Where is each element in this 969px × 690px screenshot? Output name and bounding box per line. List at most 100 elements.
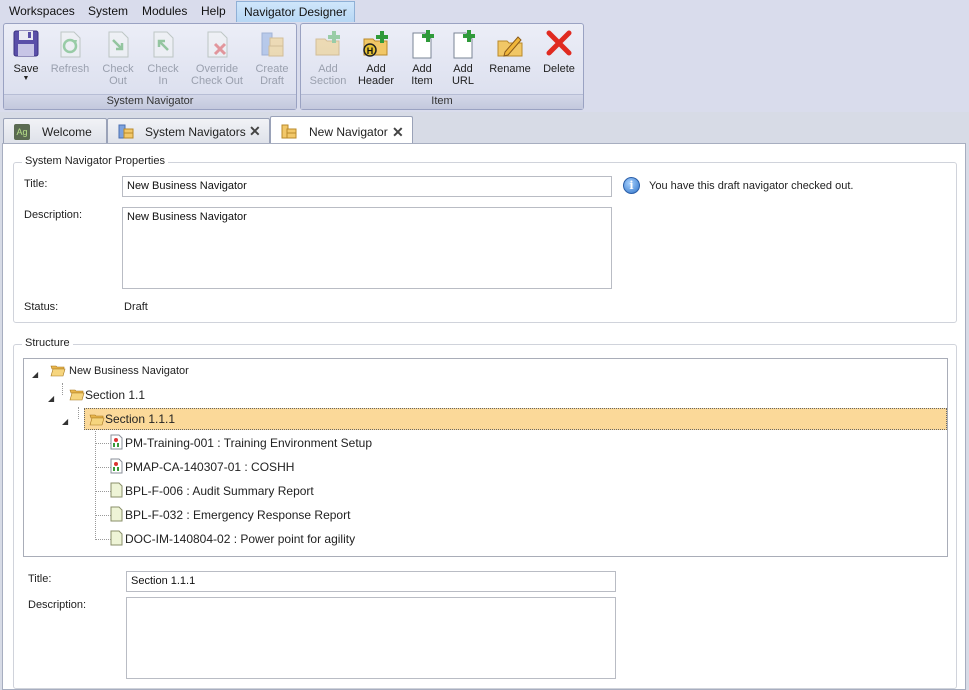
add-header-label-2: Header bbox=[357, 75, 395, 87]
menu-system[interactable]: System bbox=[88, 4, 128, 18]
ribbon: Save ▼ Refresh Check Out Check In Overri… bbox=[0, 22, 969, 112]
tree-node-section[interactable]: ◢ Section 1.1 bbox=[46, 384, 346, 406]
menu-navigator-designer[interactable]: Navigator Designer bbox=[236, 1, 355, 22]
tree-node-item[interactable]: PM-Training-001 : Training Environment S… bbox=[110, 432, 510, 454]
navigator-icon bbox=[281, 124, 297, 139]
add-section-icon bbox=[315, 31, 340, 56]
close-icon[interactable]: ✕ bbox=[392, 124, 404, 141]
group-label-system-navigator: System Navigator bbox=[4, 94, 296, 109]
refresh-button[interactable]: Refresh bbox=[50, 28, 90, 75]
app-icon: Ag bbox=[14, 124, 30, 140]
add-item-label-2: Item bbox=[411, 75, 433, 87]
add-url-label-2: URL bbox=[451, 75, 474, 87]
tree-node-item[interactable]: BPL-F-006 : Audit Summary Report bbox=[110, 480, 510, 502]
properties-legend: System Navigator Properties bbox=[22, 155, 168, 167]
tree-connector bbox=[95, 443, 111, 444]
svg-text:H: H bbox=[367, 46, 374, 56]
override-label-1: Override bbox=[195, 63, 239, 75]
tab-strip: Ag Welcome System Navigators ✕ New Navig… bbox=[0, 112, 969, 144]
override-label-2: Check Out bbox=[191, 75, 243, 87]
create-draft-label-2: Draft bbox=[260, 75, 284, 87]
item-description-label: Description: bbox=[28, 599, 87, 611]
tree-connector bbox=[95, 491, 111, 492]
tree-node-label: BPL-F-032 : Emergency Response Report bbox=[125, 508, 351, 522]
create-draft-button[interactable]: Create Draft bbox=[252, 28, 292, 87]
structure-tree[interactable]: ◢ New Business Navigator ◢ Section 1.1 ◢ bbox=[23, 358, 948, 557]
rename-label: Rename bbox=[489, 63, 531, 75]
check-in-icon bbox=[153, 31, 174, 58]
add-section-label-2: Section bbox=[309, 75, 347, 87]
check-out-icon bbox=[108, 31, 129, 58]
tree-node-label: Section 1.1.1 bbox=[105, 412, 176, 426]
status-label: Status: bbox=[24, 301, 59, 313]
check-out-button[interactable]: Check Out bbox=[98, 28, 138, 87]
add-url-icon bbox=[453, 30, 475, 59]
tab-welcome-label: Welcome bbox=[42, 125, 92, 139]
rename-icon bbox=[497, 36, 523, 57]
tree-node-selected-highlight[interactable]: Section 1.1.1 bbox=[84, 408, 947, 430]
procedure-document-icon bbox=[110, 434, 123, 450]
tree-node-label: PMAP-CA-140307-01 : COSHH bbox=[125, 460, 295, 474]
tree-node-item[interactable]: DOC-IM-140804-02 : Power point for agili… bbox=[110, 528, 510, 550]
dropdown-arrow-icon: ▼ bbox=[22, 75, 30, 82]
tab-new-navigator-label: New Navigator bbox=[309, 125, 388, 139]
description-textarea[interactable]: New Business Navigator bbox=[122, 207, 612, 289]
procedure-document-icon bbox=[110, 458, 123, 474]
tree-node-label: Section 1.1 bbox=[85, 388, 146, 402]
refresh-icon bbox=[60, 31, 81, 58]
menu-modules[interactable]: Modules bbox=[142, 4, 187, 18]
refresh-label: Refresh bbox=[50, 63, 90, 75]
tree-connector bbox=[95, 431, 96, 540]
tree-node-label: DOC-IM-140804-02 : Power point for agili… bbox=[125, 532, 356, 546]
check-in-button[interactable]: Check In bbox=[144, 28, 182, 87]
add-section-label-1: Add bbox=[318, 63, 338, 75]
tree-node-root[interactable]: ◢ New Business Navigator bbox=[30, 360, 330, 382]
tree-node-item[interactable]: PMAP-CA-140307-01 : COSHH bbox=[110, 456, 510, 478]
folder-open-icon bbox=[50, 365, 66, 377]
tree-connector bbox=[95, 515, 111, 516]
save-label: Save bbox=[13, 63, 39, 75]
group-label-item: Item bbox=[301, 94, 583, 109]
collapse-icon[interactable]: ◢ bbox=[48, 389, 54, 409]
add-section-button[interactable]: Add Section bbox=[307, 28, 349, 87]
title-input[interactable]: New Business Navigator bbox=[122, 176, 612, 197]
menu-help[interactable]: Help bbox=[201, 4, 226, 18]
check-in-label-2: In bbox=[158, 75, 168, 87]
item-title-input[interactable]: Section 1.1.1 bbox=[126, 571, 616, 592]
override-check-out-icon bbox=[207, 31, 228, 58]
save-button[interactable]: Save ▼ bbox=[8, 28, 44, 83]
item-title-label: Title: bbox=[28, 573, 52, 585]
description-label: Description: bbox=[24, 209, 83, 221]
new-navigator-panel: System Navigator Properties Title: New B… bbox=[2, 143, 966, 690]
tree-connector bbox=[95, 539, 111, 540]
collapse-icon[interactable]: ◢ bbox=[32, 365, 38, 385]
check-out-label-2: Out bbox=[109, 75, 127, 87]
floppy-disk-icon bbox=[13, 30, 39, 57]
menu-workspaces[interactable]: Workspaces bbox=[9, 4, 75, 18]
status-value: Draft bbox=[124, 301, 148, 313]
item-group: Add Section H Add Header Add Item Add UR… bbox=[300, 23, 584, 110]
override-check-out-button[interactable]: Override Check Out bbox=[188, 28, 246, 87]
tab-new-navigator[interactable]: New Navigator ✕ bbox=[270, 116, 413, 144]
tree-node-item[interactable]: BPL-F-032 : Emergency Response Report bbox=[110, 504, 510, 526]
checked-out-message: You have this draft navigator checked ou… bbox=[649, 180, 854, 192]
add-url-button[interactable]: Add URL bbox=[446, 28, 480, 87]
add-header-button[interactable]: H Add Header bbox=[355, 28, 397, 87]
navigator-icon bbox=[118, 124, 134, 139]
add-item-icon bbox=[412, 30, 434, 59]
tab-system-navigators-label: System Navigators bbox=[145, 125, 246, 139]
tab-system-navigators[interactable]: System Navigators ✕ bbox=[107, 118, 270, 143]
rename-button[interactable]: Rename bbox=[487, 28, 533, 75]
tree-node-label: New Business Navigator bbox=[69, 365, 189, 377]
check-in-label-1: Check bbox=[147, 63, 179, 75]
collapse-icon[interactable]: ◢ bbox=[62, 412, 68, 432]
item-description-textarea[interactable] bbox=[126, 597, 616, 679]
form-document-icon bbox=[110, 506, 123, 522]
add-item-button[interactable]: Add Item bbox=[405, 28, 439, 87]
delete-button[interactable]: Delete bbox=[539, 28, 579, 75]
info-icon: i bbox=[623, 177, 640, 194]
tab-welcome[interactable]: Ag Welcome bbox=[3, 118, 107, 143]
check-out-label-1: Check bbox=[102, 63, 134, 75]
delete-label: Delete bbox=[543, 63, 575, 75]
close-icon[interactable]: ✕ bbox=[249, 123, 261, 140]
